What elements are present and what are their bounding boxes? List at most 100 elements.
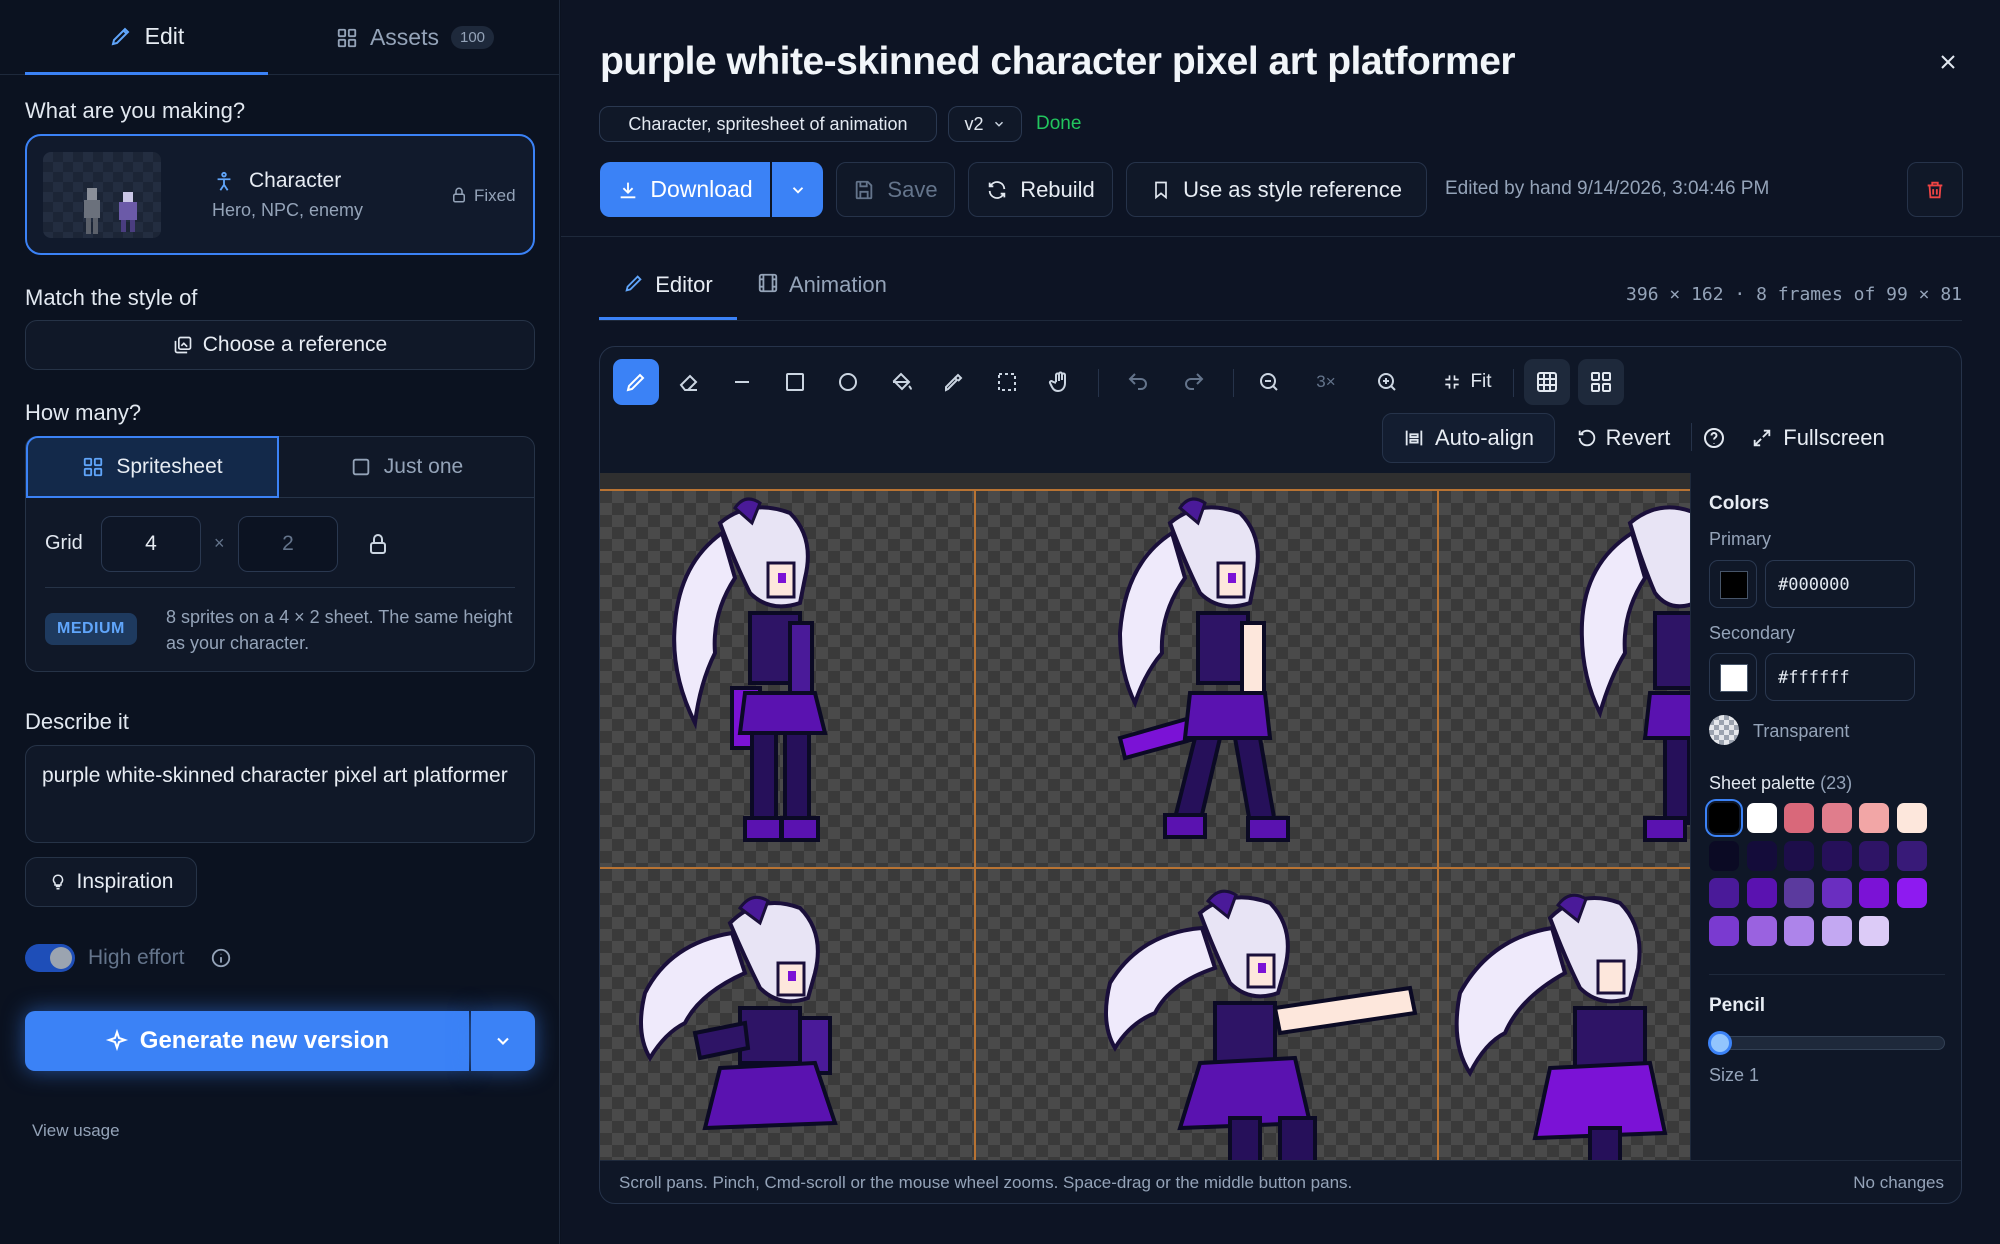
palette-swatch[interactable]	[1709, 803, 1739, 833]
description-textarea[interactable]: purple white-skinned character pixel art…	[25, 745, 535, 843]
secondary-hex-input[interactable]: #ffffff	[1765, 653, 1915, 701]
revert-button[interactable]: Revert	[1568, 413, 1678, 463]
grid-label: Grid	[45, 532, 83, 554]
close-icon[interactable]	[1936, 50, 1960, 74]
select-icon	[998, 373, 1016, 391]
primary-hex-input[interactable]: #000000	[1765, 560, 1915, 608]
tool-circle[interactable]	[825, 359, 871, 405]
sprite-canvas[interactable]	[600, 473, 1690, 1160]
palette-swatch[interactable]	[1784, 803, 1814, 833]
lock-icon[interactable]	[366, 532, 390, 556]
tool-line[interactable]	[719, 359, 765, 405]
version-select[interactable]: v2	[948, 106, 1022, 142]
info-icon[interactable]	[210, 947, 232, 969]
palette-swatch[interactable]	[1896, 840, 1927, 871]
eraser-icon	[679, 374, 698, 391]
view-usage-link[interactable]: View usage	[32, 1121, 120, 1141]
palette-swatch[interactable]	[1784, 915, 1814, 946]
delete-button[interactable]	[1907, 162, 1963, 217]
tab-edit[interactable]: Edit	[25, 0, 268, 75]
palette-swatch[interactable]	[1896, 803, 1927, 833]
size-badge: MEDIUM	[45, 613, 137, 645]
palette-swatch[interactable]	[1746, 803, 1777, 833]
palette-swatch[interactable]	[1821, 915, 1852, 946]
palette-swatch[interactable]	[1821, 878, 1852, 908]
grid-cols-input[interactable]: 4	[101, 516, 201, 572]
tool-fill[interactable]	[878, 359, 924, 405]
tab-animation[interactable]: Animation	[757, 272, 887, 320]
revert-label: Revert	[1605, 425, 1671, 450]
palette-swatch[interactable]	[1784, 878, 1814, 908]
mode-spritesheet[interactable]: Spritesheet	[26, 436, 279, 498]
generate-button[interactable]: Generate new version	[25, 1011, 469, 1071]
mode-just-one[interactable]: Just one	[279, 436, 534, 498]
download-options-button[interactable]	[772, 162, 823, 217]
rebuild-button[interactable]: Rebuild	[968, 162, 1113, 217]
download-button[interactable]: Download	[600, 162, 770, 217]
hand-icon	[1048, 371, 1066, 393]
pencil-size-slider[interactable]	[1708, 1031, 1945, 1055]
making-label: What are you making?	[25, 98, 246, 123]
tool-eyedropper[interactable]	[931, 359, 977, 405]
palette-swatch[interactable]	[1859, 840, 1889, 871]
tool-rectangle[interactable]	[772, 359, 818, 405]
pencil-icon	[626, 373, 645, 392]
palette-swatch[interactable]	[1746, 840, 1777, 871]
palette-swatch[interactable]	[1821, 840, 1852, 871]
zoom-out-icon	[1260, 373, 1278, 391]
palette-swatch[interactable]	[1859, 803, 1889, 833]
sprite-frame	[1579, 505, 1690, 842]
help-icon[interactable]	[1702, 426, 1726, 450]
frame-grid-toggle[interactable]	[1578, 359, 1624, 405]
style-reference-button[interactable]: Use as style reference	[1126, 162, 1427, 217]
slider-thumb[interactable]	[1708, 1031, 1732, 1055]
fit-button[interactable]: Fit	[1432, 359, 1502, 405]
redo-button[interactable]	[1171, 359, 1217, 405]
expand-icon	[1754, 429, 1771, 447]
toggle-knob	[50, 947, 72, 969]
sprite-frame	[639, 895, 838, 1131]
grid-rows-input[interactable]: 2	[238, 516, 338, 572]
lightbulb-icon	[52, 874, 63, 890]
generate-options-button[interactable]	[471, 1011, 535, 1071]
grid-icon	[337, 28, 357, 47]
tab-assets[interactable]: Assets 100	[270, 0, 560, 75]
palette-swatch[interactable]	[1709, 840, 1739, 871]
tool-select[interactable]	[984, 359, 1030, 405]
secondary-swatch-frame[interactable]	[1709, 653, 1757, 701]
type-thumbnail	[43, 152, 161, 238]
type-card[interactable]: Character Hero, NPC, enemy Fixed	[25, 134, 535, 255]
undo-button[interactable]	[1115, 359, 1161, 405]
choose-reference-button[interactable]: Choose a reference	[25, 320, 535, 370]
palette-swatch[interactable]	[1784, 840, 1814, 871]
download-icon	[621, 182, 636, 198]
high-effort-toggle[interactable]	[25, 944, 75, 972]
palette-swatch[interactable]	[1896, 878, 1927, 908]
primary-swatch-frame[interactable]	[1709, 560, 1757, 608]
palette-swatch[interactable]	[1709, 915, 1739, 946]
zoom-in-button[interactable]	[1364, 359, 1410, 405]
palette-swatch[interactable]	[1859, 915, 1889, 946]
tool-eraser[interactable]	[666, 359, 712, 405]
auto-align-label: Auto-align	[1434, 425, 1535, 450]
palette-swatch[interactable]	[1746, 878, 1777, 908]
palette-swatch[interactable]	[1821, 803, 1852, 833]
transparent-swatch[interactable]	[1709, 715, 1739, 745]
palette-swatch[interactable]	[1709, 878, 1739, 908]
tab-editor-label: Editor	[655, 272, 713, 297]
style-reference-label: Use as style reference	[1183, 176, 1402, 202]
tool-pencil[interactable]	[613, 359, 659, 405]
fullscreen-button[interactable]: Fullscreen	[1743, 413, 1893, 463]
auto-align-button[interactable]: Auto-align	[1382, 413, 1555, 463]
bookmark-icon	[1155, 181, 1167, 199]
sprite-editor: 3× Fit Auto-align Revert Fullscreen Colo…	[599, 346, 1962, 1204]
save-button[interactable]: Save	[836, 162, 955, 217]
pixel-grid-toggle[interactable]	[1524, 359, 1570, 405]
palette-swatch[interactable]	[1746, 915, 1777, 946]
inspiration-button[interactable]: Inspiration	[25, 857, 197, 907]
pencil-size-label: Size 1	[1709, 1065, 1760, 1085]
tab-editor[interactable]: Editor	[599, 272, 737, 320]
palette-swatch[interactable]	[1859, 878, 1889, 908]
zoom-out-button[interactable]	[1246, 359, 1292, 405]
tool-hand[interactable]	[1037, 359, 1083, 405]
